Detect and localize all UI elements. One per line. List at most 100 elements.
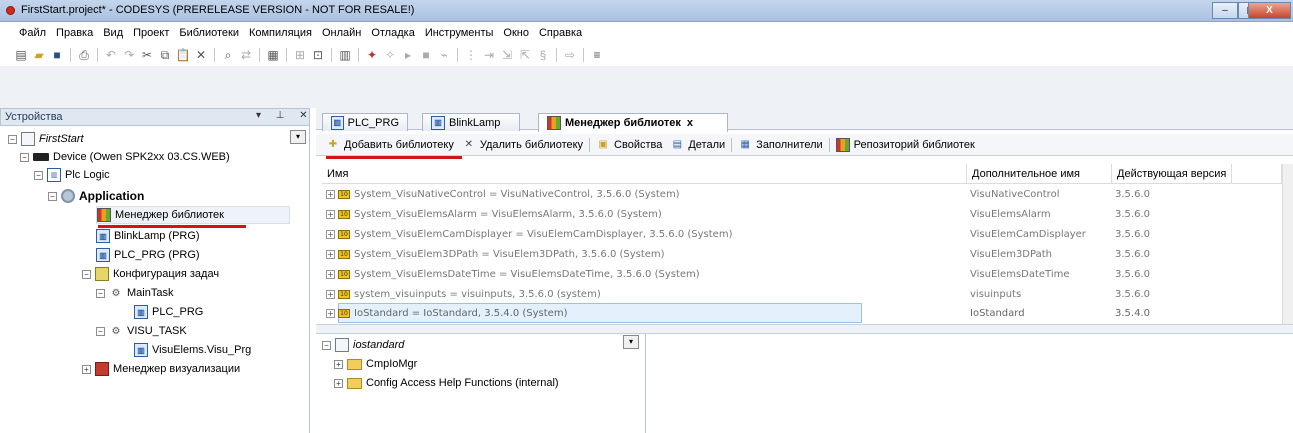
step-into-icon[interactable]: ⇲	[500, 48, 514, 62]
menu-tools[interactable]: Инструменты	[420, 27, 499, 39]
add-library-button[interactable]: ✚ Добавить библиотеку	[322, 138, 458, 152]
menu-file[interactable]: Файл	[14, 27, 51, 39]
properties-button[interactable]: ▣ Свойства	[592, 138, 666, 152]
table-row[interactable]: +10 System_VisuElem3DPath = VisuElem3DPat…	[322, 244, 1282, 264]
tree-item-plc-logic[interactable]: − ▥ Plc Logic	[34, 166, 110, 184]
collapse-icon[interactable]: −	[20, 152, 29, 162]
step-over-icon[interactable]: ⇥	[482, 48, 496, 62]
tree-item-visu-task-prog[interactable]: ▥ VisuElems.Visu_Prg	[134, 341, 251, 359]
panel-controls-icon[interactable]: ▾ ⊥ ✕	[256, 110, 314, 121]
paste-icon[interactable]: 📋	[176, 48, 191, 62]
breakpoint-icon[interactable]: ⋮	[464, 48, 478, 62]
minimize-button[interactable]: –	[1212, 2, 1238, 19]
tree-item-config-access[interactable]: + Config Access Help Functions (internal…	[334, 374, 559, 392]
open-project-icon[interactable]: ▰	[32, 48, 46, 62]
add-object-icon[interactable]: ⊞	[293, 48, 307, 62]
expand-icon[interactable]: +	[334, 359, 343, 369]
remove-library-button[interactable]: ✕ Удалить библиотеку	[458, 138, 587, 152]
collapse-icon[interactable]: −	[34, 170, 43, 180]
toolbar-options-icon[interactable]: ≡	[590, 48, 604, 62]
add-folder-icon[interactable]: ⊡	[311, 48, 325, 62]
expand-icon[interactable]: +	[82, 364, 91, 374]
tab-plc-prg[interactable]: ▥ PLC_PRG	[322, 113, 408, 131]
expand-icon[interactable]: +	[326, 249, 335, 259]
stop-icon[interactable]: ■	[419, 48, 433, 62]
collapse-icon[interactable]: −	[8, 134, 17, 144]
tree-item-visu-manager[interactable]: + Менеджер визуализации	[82, 360, 240, 378]
table-row[interactable]: +10 System_VisuElemsDateTime = VisuElemsD…	[322, 264, 1282, 284]
tree-item-main-task-prog[interactable]: ▥ PLC_PRG	[134, 303, 203, 321]
close-tab-icon[interactable]: x	[687, 117, 693, 129]
undo-icon[interactable]: ↶	[104, 48, 118, 62]
column-header-version[interactable]: Действующая версия	[1112, 164, 1232, 184]
table-row[interactable]: +10 system_visuinputs = visuinputs, 3.5.6…	[322, 284, 1282, 304]
column-header-name[interactable]: Имя	[322, 164, 967, 184]
column-header-alias[interactable]: Дополнительное имя	[967, 164, 1112, 184]
tree-item-visu-task[interactable]: − ⚙ VISU_TASK	[96, 322, 187, 340]
splitter[interactable]	[316, 324, 1293, 334]
collapse-icon[interactable]: −	[48, 191, 57, 201]
tree-dropdown-button[interactable]: ▾	[290, 130, 306, 144]
tab-blinklamp[interactable]: ▥ BlinkLamp	[422, 113, 520, 131]
cursor-icon[interactable]: §	[536, 48, 550, 62]
menu-project[interactable]: Проект	[128, 27, 174, 39]
table-row-selected[interactable]: +10 IoStandard = IoStandard, 3.5.4.0 (Sys…	[322, 303, 1282, 323]
tree-item-cmpiomgr[interactable]: + CmpIoMgr	[334, 355, 417, 373]
menu-libraries[interactable]: Библиотеки	[174, 27, 244, 39]
start-icon[interactable]: ▸	[401, 48, 415, 62]
expand-icon[interactable]: +	[326, 209, 335, 219]
save-icon[interactable]: ■	[50, 48, 64, 62]
reset-icon[interactable]: ⌁	[437, 48, 451, 62]
build-icon[interactable]: ▥	[338, 48, 352, 62]
tree-item-iostandard[interactable]: − iostandard	[322, 336, 404, 354]
menu-build[interactable]: Компиляция	[244, 27, 317, 39]
menu-window[interactable]: Окно	[498, 27, 534, 39]
placeholders-button[interactable]: ▦ Заполнители	[734, 138, 826, 152]
menu-edit[interactable]: Правка	[51, 27, 98, 39]
menu-online[interactable]: Онлайн	[317, 27, 366, 39]
tree-item-application[interactable]: − Application	[48, 187, 144, 205]
collapse-icon[interactable]: −	[82, 269, 91, 279]
new-project-icon[interactable]: ▤	[14, 48, 28, 62]
tree-item-device[interactable]: − Device (Owen SPK2xx 03.CS.WEB)	[20, 148, 230, 166]
step-out-icon[interactable]: ⇱	[518, 48, 532, 62]
expand-icon[interactable]: +	[326, 289, 335, 299]
library-repository-button[interactable]: Репозиторий библиотек	[832, 137, 979, 152]
collapse-icon[interactable]: −	[96, 326, 105, 336]
replace-icon[interactable]: ⇄	[239, 48, 253, 62]
expand-icon[interactable]: +	[326, 269, 335, 279]
collapse-icon[interactable]: −	[96, 288, 105, 298]
tree-item-blinklamp[interactable]: ▥ BlinkLamp (PRG)	[96, 227, 200, 245]
details-button[interactable]: ▤ Детали	[666, 138, 729, 152]
tab-library-manager[interactable]: Менеджер библиотек x	[538, 113, 728, 132]
redo-icon[interactable]: ↷	[122, 48, 136, 62]
login-icon[interactable]: ✦	[365, 48, 379, 62]
table-row[interactable]: +10 System_VisuElemsAlarm = VisuElemsAlar…	[322, 204, 1282, 224]
table-row[interactable]: +10 System_VisuNativeControl = VisuNative…	[322, 184, 1282, 204]
find-icon[interactable]: ⌕	[221, 48, 235, 62]
tree-dropdown-button[interactable]: ▾	[623, 335, 639, 349]
collapse-icon[interactable]: −	[322, 340, 331, 350]
expand-icon[interactable]: +	[334, 378, 343, 388]
select-all-icon[interactable]: ▦	[266, 48, 280, 62]
delete-icon[interactable]: ✕	[194, 48, 208, 62]
tree-item-task-config[interactable]: − Конфигурация задач	[82, 265, 219, 283]
logout-icon[interactable]: ✧	[383, 48, 397, 62]
expand-icon[interactable]: +	[326, 308, 335, 318]
expand-icon[interactable]: +	[326, 189, 335, 199]
close-button[interactable]: X	[1248, 2, 1291, 19]
tree-item-main-task[interactable]: − ⚙ MainTask	[96, 284, 173, 302]
expand-icon[interactable]: +	[326, 229, 335, 239]
tree-item-library-manager[interactable]: Менеджер библиотек	[96, 206, 290, 224]
tree-item-project[interactable]: − FirstStart	[8, 130, 84, 148]
menu-debug[interactable]: Отладка	[366, 27, 419, 39]
menu-view[interactable]: Вид	[98, 27, 128, 39]
copy-icon[interactable]: ⧉	[158, 48, 172, 62]
write-values-icon[interactable]: ⇨	[563, 48, 577, 62]
menu-help[interactable]: Справка	[534, 27, 587, 39]
cut-icon[interactable]: ✂	[140, 48, 154, 62]
table-scrollbar[interactable]	[1282, 164, 1293, 324]
table-row[interactable]: +10 System_VisuElemCamDisplayer = VisuEle…	[322, 224, 1282, 244]
tree-item-plc-prg[interactable]: ▥ PLC_PRG (PRG)	[96, 246, 200, 264]
print-icon[interactable]: ⎙	[77, 48, 91, 62]
